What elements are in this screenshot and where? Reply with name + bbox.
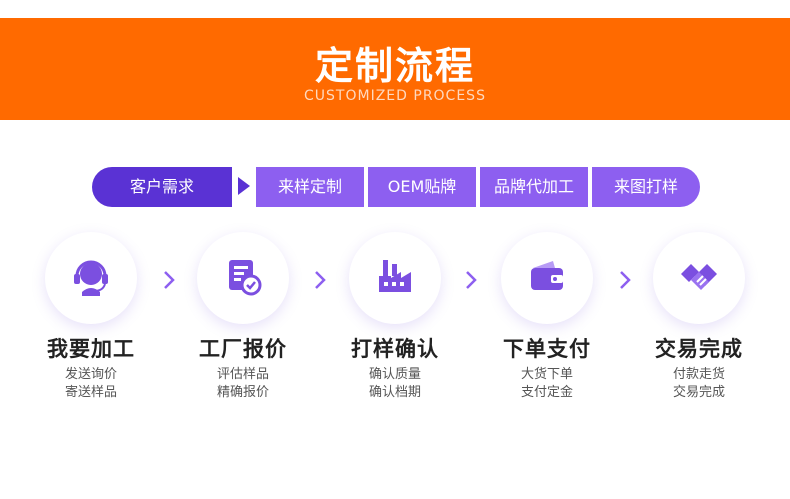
step-icon-circle <box>349 232 441 324</box>
process-tabs: 客户需求 来样定制 OEM贴牌 品牌代加工 来图打样 <box>92 167 700 207</box>
step-description: 大货下单 支付定金 <box>472 366 622 402</box>
step-desc-line: 确认质量 <box>368 367 421 382</box>
tab-label: 客户需求 <box>129 177 194 196</box>
step-icon-circle <box>45 232 137 324</box>
factory-icon <box>373 254 417 302</box>
step-order-payment: 下单支付 大货下单 支付定金 <box>472 232 622 402</box>
tab-customer-needs[interactable]: 客户需求 <box>92 167 232 207</box>
step-icon-circle <box>653 232 745 324</box>
step-title: 我要加工 <box>47 337 135 361</box>
tab-arrow-icon <box>238 177 250 195</box>
step-processing: 我要加工 发送询价 寄送样品 <box>16 232 166 402</box>
step-icon-circle <box>197 232 289 324</box>
step-desc-line: 确认档期 <box>368 385 421 400</box>
step-desc-line: 寄送样品 <box>64 385 117 400</box>
step-description: 评估样品 精确报价 <box>168 366 318 402</box>
tab-label: 来图打样 <box>613 177 678 196</box>
wallet-icon <box>525 254 569 302</box>
tab-oem[interactable]: OEM贴牌 <box>368 167 476 207</box>
step-description: 发送询价 寄送样品 <box>16 366 166 402</box>
step-desc-line: 交易完成 <box>672 385 725 400</box>
step-title: 下单支付 <box>503 337 591 361</box>
step-desc-line: 大货下单 <box>520 367 573 382</box>
tab-drawing-sample[interactable]: 来图打样 <box>592 167 700 207</box>
step-desc-line: 发送询价 <box>64 367 117 382</box>
step-icon-circle <box>501 232 593 324</box>
step-title: 交易完成 <box>655 337 743 361</box>
page-title: 定制流程 <box>314 44 475 88</box>
step-desc-line: 付款走货 <box>672 367 725 382</box>
handshake-icon <box>677 254 721 302</box>
step-sample-confirm: 打样确认 确认质量 确认档期 <box>320 232 470 402</box>
step-description: 付款走货 交易完成 <box>624 366 774 402</box>
header-banner: 定制流程 CUSTOMIZED PROCESS <box>0 18 790 120</box>
customer-service-icon <box>69 254 113 302</box>
step-deal-complete: 交易完成 付款走货 交易完成 <box>624 232 774 402</box>
tab-brand-processing[interactable]: 品牌代加工 <box>480 167 588 207</box>
tab-label: OEM贴牌 <box>387 177 457 196</box>
step-desc-line: 支付定金 <box>520 385 573 400</box>
document-quote-icon <box>221 254 265 302</box>
step-description: 确认质量 确认档期 <box>320 366 470 402</box>
tab-label: 来样定制 <box>277 177 342 196</box>
page-subtitle: CUSTOMIZED PROCESS <box>304 88 486 104</box>
tab-sample-customization[interactable]: 来样定制 <box>256 167 364 207</box>
step-desc-line: 评估样品 <box>216 367 269 382</box>
step-title: 打样确认 <box>351 337 439 361</box>
step-title: 工厂报价 <box>199 337 287 361</box>
step-desc-line: 精确报价 <box>216 385 269 400</box>
tab-label: 品牌代加工 <box>493 177 574 196</box>
step-factory-quote: 工厂报价 评估样品 精确报价 <box>168 232 318 402</box>
